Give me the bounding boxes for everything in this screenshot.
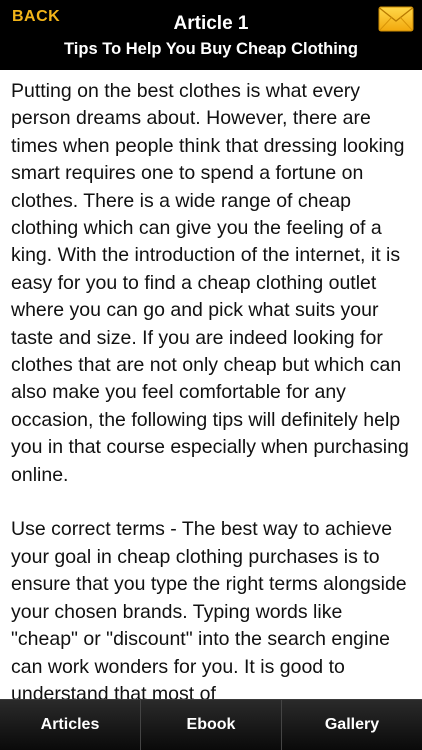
envelope-icon	[378, 6, 414, 32]
bottom-tab-bar: Articles Ebook Gallery	[0, 699, 422, 750]
share-mail-button[interactable]	[378, 6, 414, 32]
article-paragraph: Putting on the best clothes is what ever…	[11, 80, 409, 486]
article-text: Putting on the best clothes is what ever…	[0, 70, 422, 700]
tab-ebook[interactable]: Ebook	[140, 700, 281, 750]
header-bar: BACK Article 1 Tips To Help You Buy Chea…	[0, 0, 422, 70]
tab-articles[interactable]: Articles	[0, 700, 140, 750]
article-content[interactable]: Putting on the best clothes is what ever…	[0, 70, 422, 700]
article-paragraph: Use correct terms - The best way to achi…	[11, 518, 407, 700]
page-subtitle: Tips To Help You Buy Cheap Clothing	[64, 40, 358, 58]
tab-gallery[interactable]: Gallery	[281, 700, 422, 750]
page-title: Article 1	[173, 13, 249, 34]
